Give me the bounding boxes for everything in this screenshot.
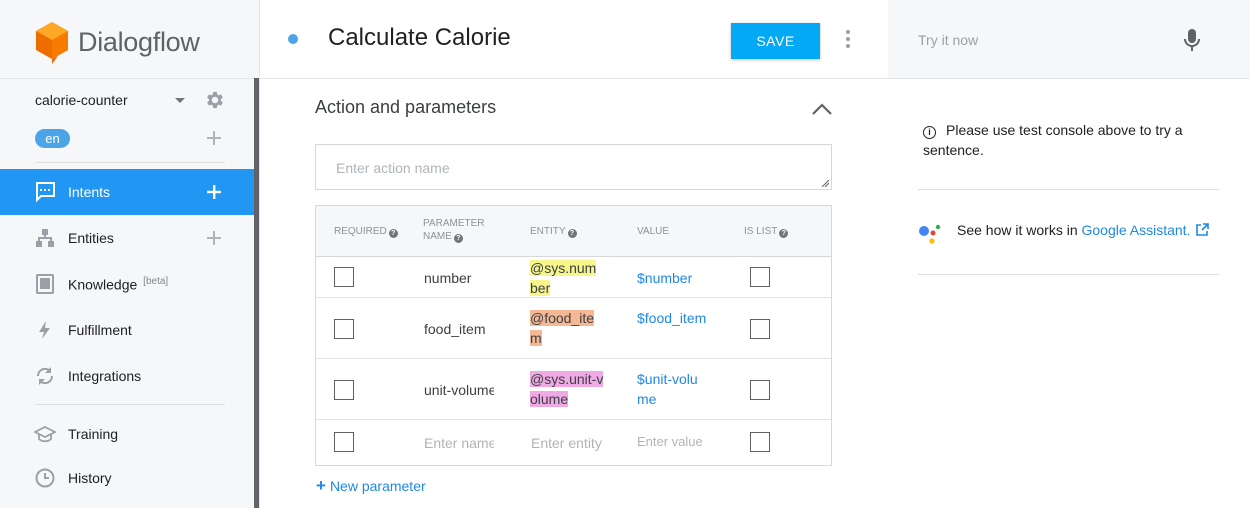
sidebar-item-history[interactable]: History bbox=[0, 455, 254, 501]
graduation-cap-icon bbox=[34, 425, 56, 443]
sidebar-scrollbar[interactable] bbox=[254, 78, 259, 508]
more-options-icon[interactable] bbox=[844, 30, 852, 50]
table-row: number @sys.num ber $number bbox=[316, 257, 831, 298]
sidebar-item-label: History bbox=[68, 470, 112, 486]
entity-food-item[interactable]: @food_ite m bbox=[530, 308, 595, 348]
chevron-up-icon[interactable] bbox=[811, 102, 833, 116]
parameter-name[interactable]: unit-volume bbox=[424, 380, 494, 400]
try-it-now-input[interactable]: Try it now bbox=[918, 32, 978, 48]
section-title: Action and parameters bbox=[315, 97, 497, 117]
help-icon: ? bbox=[779, 229, 789, 238]
header-required: REQUIRED? bbox=[334, 225, 398, 238]
help-icon: ? bbox=[567, 229, 577, 238]
table-row: unit-volume @sys.unit-v olume $unit-volu m… bbox=[316, 359, 831, 420]
add-language-plus-icon[interactable] bbox=[206, 130, 222, 146]
book-icon bbox=[36, 274, 54, 294]
divider bbox=[35, 404, 225, 405]
divider bbox=[918, 189, 1219, 190]
header-value: VALUE bbox=[637, 226, 670, 237]
microphone-icon[interactable] bbox=[1184, 28, 1200, 52]
divider bbox=[35, 162, 225, 163]
parameter-name[interactable]: food_item bbox=[424, 319, 485, 339]
gear-icon[interactable] bbox=[204, 89, 226, 111]
is-list-checkbox[interactable] bbox=[750, 319, 770, 339]
sync-arrows-icon bbox=[36, 367, 54, 385]
agent-selector[interactable]: calorie-counter bbox=[35, 89, 230, 111]
sidebar-item-intents[interactable]: Intents bbox=[0, 169, 254, 215]
header-entity: ENTITY? bbox=[530, 225, 577, 238]
external-link-icon[interactable] bbox=[1196, 223, 1210, 236]
intent-editor: Calculate Calorie SAVE Action and parame… bbox=[260, 0, 888, 508]
add-entity-plus-icon[interactable] bbox=[206, 230, 222, 246]
logo[interactable]: Dialogflow bbox=[34, 20, 200, 64]
language-badge[interactable]: en bbox=[35, 129, 70, 148]
sidebar-item-training[interactable]: Training bbox=[0, 411, 254, 457]
intent-header: Calculate Calorie SAVE bbox=[260, 0, 888, 79]
parameter-name[interactable]: number bbox=[424, 268, 471, 288]
sidebar-item-label: Integrations bbox=[68, 368, 142, 384]
lightning-bolt-icon bbox=[39, 321, 50, 339]
parameter-value[interactable]: $unit-volu me bbox=[637, 369, 698, 409]
test-console-hint: i Please use test console above to try a … bbox=[923, 122, 1183, 158]
is-list-checkbox[interactable] bbox=[750, 267, 770, 287]
value-input[interactable]: Enter value bbox=[637, 432, 703, 452]
parameters-table: REQUIRED? PARAMETER NAME? ENTITY? VALUE I… bbox=[315, 205, 832, 466]
ga-text: See how it works in Google Assistant. bbox=[957, 222, 1210, 238]
sidebar-item-fulfillment[interactable]: Fulfillment bbox=[0, 307, 254, 353]
help-icon: ? bbox=[388, 229, 398, 238]
google-assistant-icon bbox=[919, 224, 941, 244]
sidebar: Dialogflow calorie-counter en Intents En… bbox=[0, 0, 260, 508]
intent-status-dot bbox=[288, 34, 298, 44]
new-parameter-link[interactable]: + New parameter bbox=[316, 476, 426, 496]
sidebar-item-label: Entities bbox=[68, 230, 114, 246]
required-checkbox[interactable] bbox=[334, 267, 354, 287]
sidebar-item-label: Intents bbox=[68, 184, 111, 200]
google-assistant-row: See how it works in Google Assistant. bbox=[918, 220, 1218, 244]
table-header: REQUIRED? PARAMETER NAME? ENTITY? VALUE I… bbox=[316, 206, 831, 257]
resize-grip-icon[interactable] bbox=[821, 179, 829, 187]
entity-sys-number[interactable]: @sys.num ber bbox=[530, 258, 597, 298]
help-icon: ? bbox=[453, 234, 463, 243]
beta-badge: [beta] bbox=[143, 275, 169, 287]
parameter-value[interactable]: $number bbox=[637, 268, 692, 288]
header-is-list: IS LIST? bbox=[744, 225, 789, 238]
is-list-checkbox[interactable] bbox=[750, 432, 770, 452]
sidebar-item-label: Knowledge [beta] bbox=[68, 275, 169, 293]
divider bbox=[0, 78, 260, 79]
dialogflow-logo-icon bbox=[36, 22, 68, 64]
parameter-name-input[interactable]: Enter name bbox=[424, 433, 494, 453]
caret-down-icon[interactable] bbox=[175, 98, 185, 103]
entities-hierarchy-icon bbox=[36, 229, 54, 247]
info-icon: i bbox=[923, 126, 936, 139]
entity-sys-unit-volume[interactable]: @sys.unit-v olume bbox=[530, 369, 604, 409]
clock-icon bbox=[35, 468, 55, 488]
sidebar-item-entities[interactable]: Entities bbox=[0, 215, 254, 261]
intent-title[interactable]: Calculate Calorie bbox=[328, 24, 511, 52]
save-button[interactable]: SAVE bbox=[731, 23, 820, 59]
agent-name[interactable]: calorie-counter bbox=[35, 92, 128, 108]
sidebar-item-knowledge[interactable]: Knowledge [beta] bbox=[0, 261, 254, 307]
google-assistant-link[interactable]: Google Assistant. bbox=[1082, 222, 1191, 238]
test-console: Try it now i Please use test console abov… bbox=[888, 0, 1250, 508]
divider bbox=[918, 274, 1219, 275]
brand-name: Dialogflow bbox=[78, 26, 200, 57]
sidebar-item-label: Training bbox=[68, 426, 119, 442]
action-name-placeholder: Enter action name bbox=[336, 160, 450, 176]
table-row: food_item @food_ite m $food_item bbox=[316, 298, 831, 359]
is-list-checkbox[interactable] bbox=[750, 380, 770, 400]
header-parameter-name: PARAMETER NAME? bbox=[423, 218, 485, 243]
entity-input[interactable]: Enter entity bbox=[531, 433, 602, 453]
sidebar-item-label: Fulfillment bbox=[68, 322, 132, 338]
parameter-value[interactable]: $food_item bbox=[637, 308, 706, 328]
required-checkbox[interactable] bbox=[334, 380, 354, 400]
action-name-input[interactable]: Enter action name bbox=[315, 144, 832, 190]
add-intent-plus-icon[interactable] bbox=[206, 184, 222, 200]
plus-icon: + bbox=[316, 476, 326, 495]
try-it-now-bar: Try it now bbox=[888, 0, 1250, 79]
required-checkbox[interactable] bbox=[334, 432, 354, 452]
chat-bubble-icon bbox=[36, 182, 55, 203]
sidebar-item-integrations[interactable]: Integrations bbox=[0, 353, 254, 399]
table-row-new: Enter name Enter entity Enter value bbox=[316, 420, 831, 465]
required-checkbox[interactable] bbox=[334, 319, 354, 339]
